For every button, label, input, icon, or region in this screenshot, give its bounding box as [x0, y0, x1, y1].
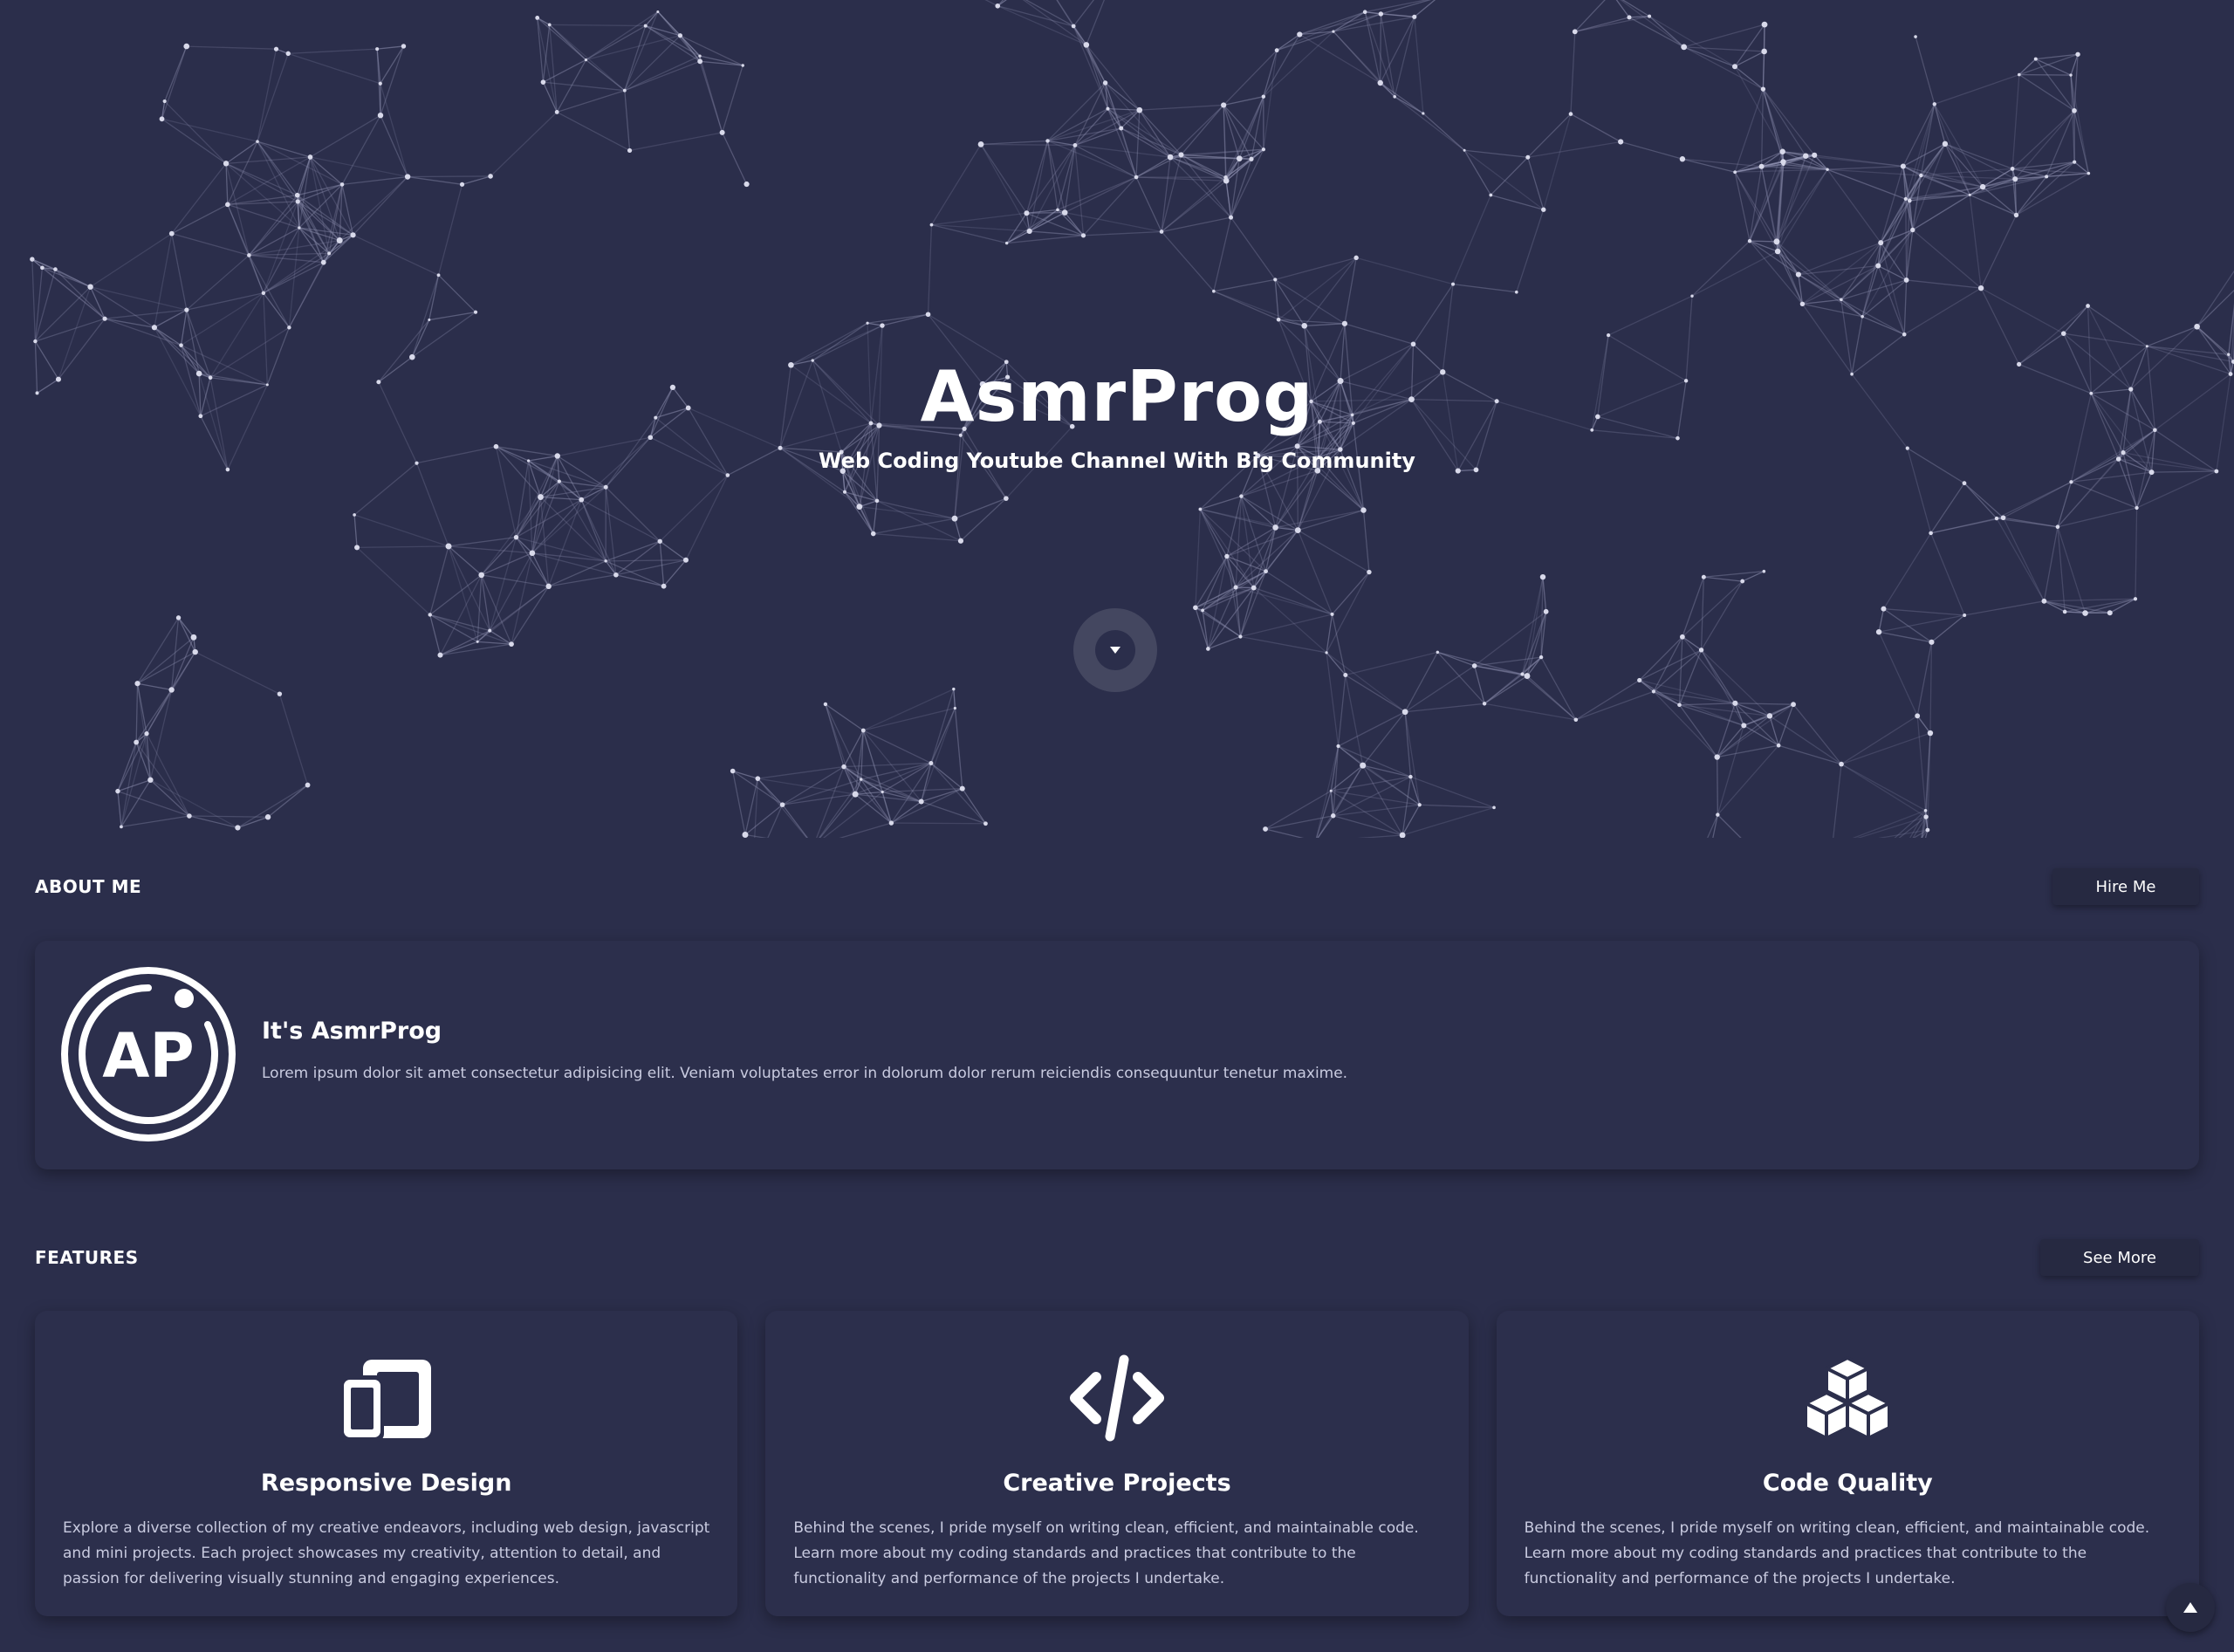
about-name: It's AsmrProg — [262, 1018, 442, 1045]
feature-text: Behind the scenes, I pride myself on wri… — [793, 1519, 1419, 1587]
code-icon — [1069, 1354, 1164, 1442]
about-card: AP It's AsmrProg Lorem ipsum dolor sit a… — [35, 941, 2199, 1169]
see-more-button[interactable]: See More — [2040, 1239, 2199, 1276]
hero-subtitle: Web Coding Youtube Channel With Big Comm… — [819, 449, 1415, 473]
hire-me-button[interactable]: Hire Me — [2052, 868, 2199, 905]
feature-title: Code Quality — [1762, 1470, 1933, 1497]
feature-card-code-quality: Code Quality Behind the scenes, I pride … — [1496, 1311, 2199, 1616]
caret-down-icon — [1110, 647, 1120, 654]
about-header: ABOUT ME Hire Me — [35, 868, 2199, 905]
hero-section: AsmrProg Web Coding Youtube Channel With… — [0, 0, 2234, 838]
feature-text: Explore a diverse collection of my creat… — [63, 1519, 710, 1587]
features-list: Responsive Design Explore a diverse coll… — [35, 1311, 2199, 1616]
back-to-top-button[interactable] — [2166, 1583, 2215, 1632]
feature-title: Responsive Design — [260, 1470, 512, 1497]
asmrprog-logo: AP — [61, 967, 236, 1141]
scroll-down-button[interactable] — [1073, 608, 1157, 692]
cubes-icon — [1804, 1356, 1892, 1440]
feature-card-responsive-design: Responsive Design Explore a diverse coll… — [35, 1311, 738, 1616]
hero-title: AsmrProg — [920, 356, 1314, 437]
logo-text: AP — [102, 1020, 194, 1092]
feature-text: Behind the scenes, I pride myself on wri… — [1524, 1519, 2150, 1587]
feature-title: Creative Projects — [1003, 1470, 1231, 1497]
features-header: FEATURES See More — [35, 1239, 2199, 1276]
feature-card-creative-projects: Creative Projects Behind the scenes, I p… — [765, 1311, 1469, 1616]
caret-up-icon — [2183, 1602, 2197, 1613]
features-section-title: FEATURES — [35, 1247, 139, 1268]
about-text: Lorem ipsum dolor sit amet consectetur a… — [262, 1065, 1348, 1082]
tablet-mobile-icon — [338, 1360, 431, 1442]
about-section-title: ABOUT ME — [35, 876, 142, 897]
